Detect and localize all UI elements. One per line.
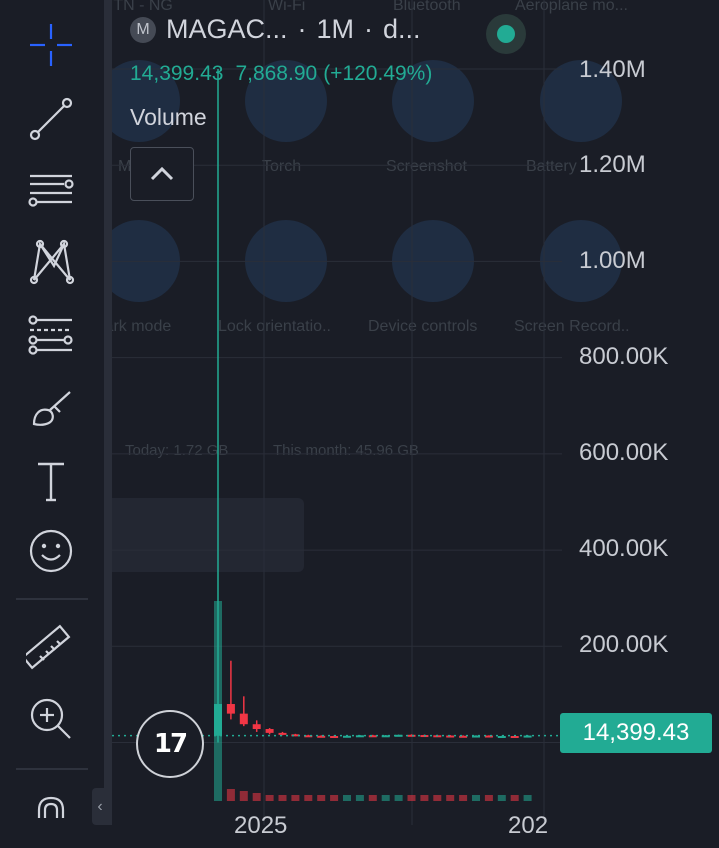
volume-bar: [304, 795, 313, 801]
lock-tool[interactable]: [22, 790, 80, 848]
volume-label: Volume: [130, 104, 207, 130]
volume-bar: [381, 795, 390, 801]
volume-bar: [459, 795, 468, 801]
volume-bar: [265, 795, 274, 801]
y-axis-label: 200.00K: [579, 631, 669, 658]
volume-bar: [446, 795, 455, 801]
y-axis-label: 1.00M: [579, 247, 646, 274]
zoom-in-icon: [30, 698, 71, 739]
emoji-tool[interactable]: [22, 522, 80, 580]
chevron-left-icon: ‹: [97, 797, 103, 815]
pattern-tool[interactable]: [22, 232, 80, 290]
fib-tools-icon: [28, 315, 73, 355]
volume-bar: [291, 795, 300, 801]
fib-tools[interactable]: [22, 306, 80, 364]
collapse-legend-button[interactable]: [130, 147, 194, 201]
volume-bar: [497, 795, 506, 801]
ruler-icon: [26, 624, 71, 670]
emoji-icon: [29, 529, 73, 573]
separator: ·: [297, 14, 307, 44]
drawing-toolbar: [0, 0, 104, 825]
chart-area[interactable]: M MAGAC... · 1M · d... 14,399.43 7,868.9…: [112, 0, 719, 839]
volume-bar: [394, 795, 403, 801]
change-percent: (+120.49%): [323, 62, 433, 85]
y-axis-label: 1.20M: [579, 151, 646, 178]
ohlc-values: 14,399.43 7,868.90 (+120.49%): [130, 62, 432, 86]
y-axis-label: 400.00K: [579, 535, 669, 562]
volume-bar: [330, 795, 339, 801]
candle-body: [214, 704, 222, 736]
symbol-badge: M: [130, 16, 156, 43]
change-value: 7,868.90: [235, 62, 318, 85]
volume-bar: [510, 795, 519, 801]
volume-bar: [239, 791, 248, 801]
crosshair-tool[interactable]: [22, 16, 80, 74]
brush-icon: [32, 391, 71, 426]
volume-bar: [484, 795, 493, 801]
volume-bar: [433, 795, 442, 801]
candle-body: [226, 704, 235, 714]
symbol-name: MAGAC...: [166, 14, 288, 44]
separator: ·: [364, 14, 374, 44]
tradingview-logo[interactable]: 17: [136, 710, 204, 778]
toolbar-separator: [16, 598, 88, 600]
volume-bar: [278, 795, 287, 801]
trend-line-icon: [29, 97, 73, 141]
volume-bar: [226, 789, 235, 801]
candle-body: [265, 729, 274, 733]
trend-line-tool[interactable]: [22, 90, 80, 148]
y-axis-label: 800.00K: [579, 343, 669, 370]
horizontal-lines-tool[interactable]: [22, 160, 80, 218]
y-axis-label: 1.40M: [579, 56, 646, 83]
volume-bar: [368, 795, 377, 801]
candle-body: [497, 736, 506, 739]
volume-bar: [317, 795, 326, 801]
toolbar-separator: [16, 768, 88, 770]
text-tool[interactable]: [22, 452, 80, 510]
volume-bar: [420, 795, 429, 801]
volume-bar: [407, 795, 416, 801]
interval: 1M: [316, 14, 355, 44]
exchange: d...: [383, 14, 421, 44]
last-value: 14,399.43: [130, 62, 224, 85]
candle-body: [278, 732, 287, 735]
market-status-icon[interactable]: [486, 14, 526, 54]
brush-tool[interactable]: [22, 380, 80, 438]
volume-bar: [472, 795, 480, 801]
chevron-up-icon: [150, 166, 174, 181]
volume-bar: [343, 795, 351, 801]
x-axis-label: 202: [508, 812, 549, 839]
volume-bar: [252, 793, 261, 801]
volume-bar: [523, 795, 532, 801]
crosshair-icon: [30, 24, 72, 66]
zoom-in-tool[interactable]: [22, 690, 80, 748]
pattern-icon: [29, 239, 75, 285]
candle-body: [407, 734, 416, 737]
candle-body: [446, 735, 455, 738]
candle-body: [252, 724, 261, 730]
ruler-tool[interactable]: [22, 618, 80, 676]
horizontal-lines-icon: [28, 174, 74, 207]
volume-bar: [355, 795, 364, 801]
volume-bars: [214, 601, 532, 801]
y-axis-label: 600.00K: [579, 439, 669, 466]
x-axis-label: 2025: [234, 812, 288, 839]
candle-body: [239, 713, 248, 725]
collapse-toolbar-button[interactable]: ‹: [92, 788, 108, 825]
lock-icon: [37, 796, 65, 818]
candles: [214, 69, 532, 743]
text-icon: [38, 462, 64, 502]
toolbar-panel-edge: [104, 0, 112, 825]
chart-title[interactable]: M MAGAC... · 1M · d...: [130, 14, 421, 45]
last-price-tag: 14,399.43: [560, 713, 712, 753]
